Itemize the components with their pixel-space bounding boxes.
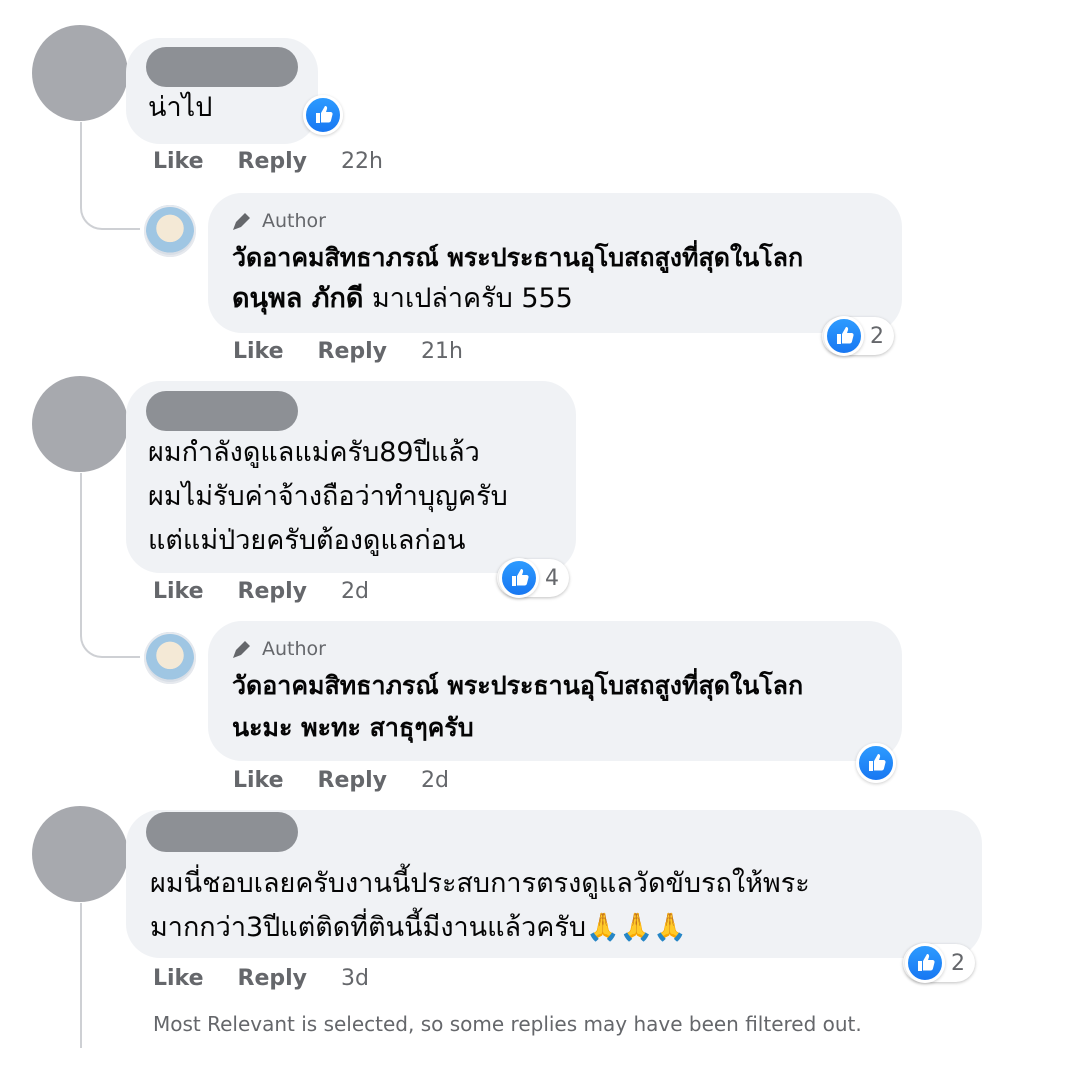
like-button[interactable]: Like [153,149,204,174]
reaction-summary[interactable]: 2 [903,943,975,983]
thread-connector [80,903,83,1048]
comment-timestamp[interactable]: 21h [421,339,463,364]
reply-button[interactable]: Reply [238,579,308,604]
reaction-like-icon[interactable] [856,743,896,783]
comment-timestamp[interactable]: 2d [341,579,369,604]
comment-text: น่าไป [148,92,213,123]
thumbs-up-icon [499,558,539,598]
commenter-avatar[interactable] [32,376,128,472]
like-button[interactable]: Like [153,579,204,604]
comment-timestamp[interactable]: 22h [341,149,383,174]
author-name[interactable]: วัดอาคมสิทธาภรณ์ พระประธานอุโบสถสูงที่สุ… [232,237,803,279]
author-name[interactable]: วัดอาคมสิทธาภรณ์ พระประธานอุโบสถสูงที่สุ… [232,665,803,707]
like-button[interactable]: Like [153,966,204,991]
comment-text: ผมนี่ชอบเลยครับงานนี้ประสบการตรงดูแลวัดข… [150,868,810,943]
reply-button[interactable]: Reply [318,768,388,793]
reply-text: นะมะ พะทะ สาธุๆครับ [232,713,474,742]
author-badge: Author [230,637,326,661]
mentioned-user[interactable]: ดนุพล ภักดี [232,283,363,314]
reply-bubble: Author วัดอาคมสิทธาภรณ์ พระประธานอุโบสถส… [208,621,902,761]
comment-bubble: น่าไป [126,38,318,144]
reaction-count: 2 [870,323,884,349]
reply-button[interactable]: Reply [318,339,388,364]
reaction-count: 4 [545,565,559,591]
folded-hands-icon: 🙏🙏🙏 [585,912,687,943]
reply-text: ดนุพล ภักดี มาเปล่าครับ 555 [232,283,573,314]
comment-bubble: ผมนี่ชอบเลยครับงานนี้ประสบการตรงดูแลวัดข… [126,810,982,958]
author-avatar[interactable] [144,632,196,684]
commenter-avatar[interactable] [32,25,128,121]
comment-text: ผมกำลังดูแลแม่ครับ89ปีแล้ว ผมไม่รับค่าจ้… [148,437,508,556]
reaction-summary[interactable]: 4 [497,558,569,598]
commenter-avatar[interactable] [32,806,128,902]
reaction-summary[interactable]: 2 [822,316,894,356]
reply-button[interactable]: Reply [238,966,308,991]
like-button[interactable]: Like [233,768,284,793]
reply-button[interactable]: Reply [238,149,308,174]
thread-connector [80,122,140,230]
pencil-icon [233,641,250,658]
reply-bubble: Author วัดอาคมสิทธาภรณ์ พระประธานอุโบสถส… [208,193,902,333]
comment-bubble: ผมกำลังดูแลแม่ครับ89ปีแล้ว ผมไม่รับค่าจ้… [126,381,576,573]
reaction-count: 2 [951,950,965,976]
author-avatar[interactable] [144,205,196,257]
commenter-name-redacted[interactable] [146,391,298,431]
author-badge: Author [230,209,326,233]
comment-timestamp[interactable]: 3d [341,966,369,991]
thumbs-up-icon [824,316,864,356]
reaction-like-icon[interactable] [303,95,343,135]
comment-timestamp[interactable]: 2d [421,768,449,793]
filter-notice: Most Relevant is selected, so some repli… [153,1012,862,1036]
commenter-name-redacted[interactable] [146,47,298,87]
like-button[interactable]: Like [233,339,284,364]
commenter-name-redacted[interactable] [146,812,298,852]
thumbs-up-icon [905,943,945,983]
pencil-icon [233,213,250,230]
